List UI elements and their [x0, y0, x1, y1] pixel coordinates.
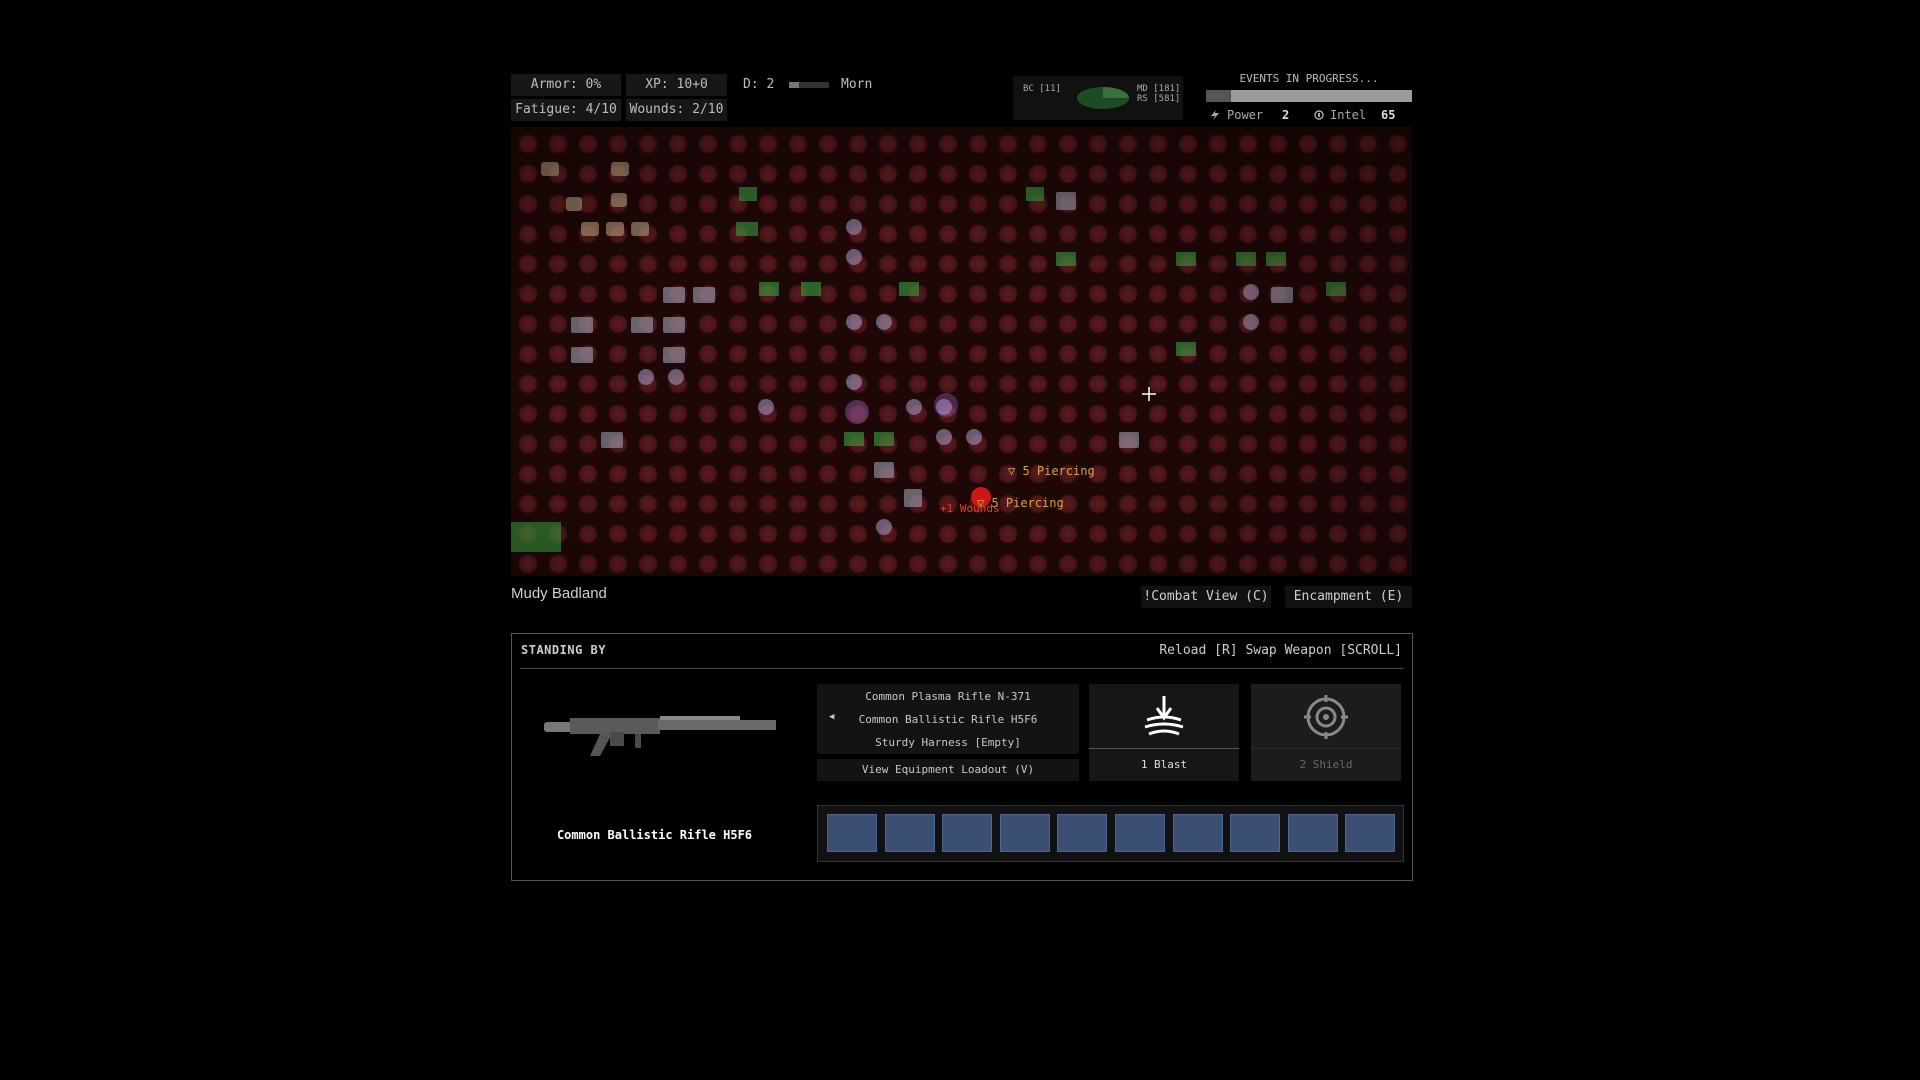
- encampment-button[interactable]: Encampment (E): [1285, 586, 1412, 608]
- events-progress-bar: [1206, 90, 1412, 102]
- combat-view-button[interactable]: !Combat View (C): [1141, 586, 1271, 608]
- ability-blast[interactable]: 1 Blast: [1089, 684, 1239, 781]
- item-slot[interactable]: [884, 814, 935, 852]
- item-slot[interactable]: [1230, 814, 1281, 852]
- item-slot[interactable]: [999, 814, 1050, 852]
- item-slot[interactable]: [1057, 814, 1108, 852]
- view-loadout-button[interactable]: View Equipment Loadout (V): [817, 759, 1079, 781]
- item-slot[interactable]: [1115, 814, 1165, 852]
- ability-blast-label: 1 Blast: [1140, 758, 1188, 771]
- item-slot[interactable]: [1287, 814, 1338, 852]
- power-label: Power: [1227, 108, 1264, 122]
- xp-stat: XP: 10+0: [626, 74, 727, 96]
- item-slots: [817, 805, 1404, 862]
- wounds-stat: Wounds: 2/10: [626, 99, 727, 121]
- weapon-hotkeys: Reload [R] Swap Weapon [SCROLL]: [1159, 643, 1402, 658]
- combat-status: STANDING BY: [521, 643, 606, 657]
- minimap-right-label-1: MD [181]: [1137, 84, 1181, 94]
- item-slot[interactable]: [1345, 814, 1396, 852]
- harness-option[interactable]: Sturdy Harness [Empty]: [817, 736, 1079, 749]
- shield-icon: [1304, 695, 1348, 739]
- minimap-ellipse: [1077, 87, 1129, 109]
- intel-value: 65: [1381, 108, 1396, 122]
- blast-icon: [1144, 696, 1184, 736]
- location-name: Mudy Badland: [511, 585, 607, 602]
- time-of-day: Morn: [841, 77, 873, 92]
- combat-text-wounds: +1 Wounds: [940, 502, 1000, 515]
- events-title: EVENTS IN PROGRESS...: [1239, 72, 1379, 85]
- armor-stat: Armor: 0%: [511, 74, 621, 96]
- item-slot[interactable]: [1172, 814, 1223, 852]
- day-progress-bar: [789, 82, 829, 88]
- rifle-icon: [544, 716, 776, 756]
- day-counter: D: 2: [743, 77, 775, 92]
- faction-minimap: BC [11] MD [181] RS [581]: [1013, 76, 1183, 120]
- intel-icon: [1314, 110, 1324, 120]
- minimap-left-label: BC [11]: [1023, 84, 1061, 94]
- fatigue-stat: Fatigue: 4/10: [511, 99, 621, 121]
- weapon-option-selected[interactable]: Common Ballistic Rifle H5F6: [817, 713, 1079, 726]
- ability-shield-label: 2 Shield: [1299, 758, 1353, 771]
- panel-divider: [520, 668, 1404, 669]
- minimap-right-label-2: RS [581]: [1137, 94, 1181, 104]
- intel-label: Intel: [1330, 108, 1367, 122]
- bolt-icon: [1211, 110, 1219, 120]
- weapon-panel: STANDING BY Reload [R] Swap Weapon [SCRO…: [511, 633, 1413, 881]
- combat-text-damage: ▽ 5 Piercing: [1008, 464, 1095, 478]
- weapon-option[interactable]: Common Plasma Rifle N-371: [817, 690, 1079, 703]
- ability-shield[interactable]: 2 Shield: [1251, 684, 1401, 781]
- power-value: 2: [1282, 108, 1290, 122]
- item-slot[interactable]: [942, 814, 993, 852]
- weapon-selector[interactable]: Common Plasma Rifle N-371 ◀ Common Balli…: [817, 684, 1079, 754]
- item-slot[interactable]: [827, 814, 877, 852]
- crosshair-icon: [1142, 387, 1156, 401]
- equipped-weapon-name: Common Ballistic Rifle H5F6: [556, 828, 753, 842]
